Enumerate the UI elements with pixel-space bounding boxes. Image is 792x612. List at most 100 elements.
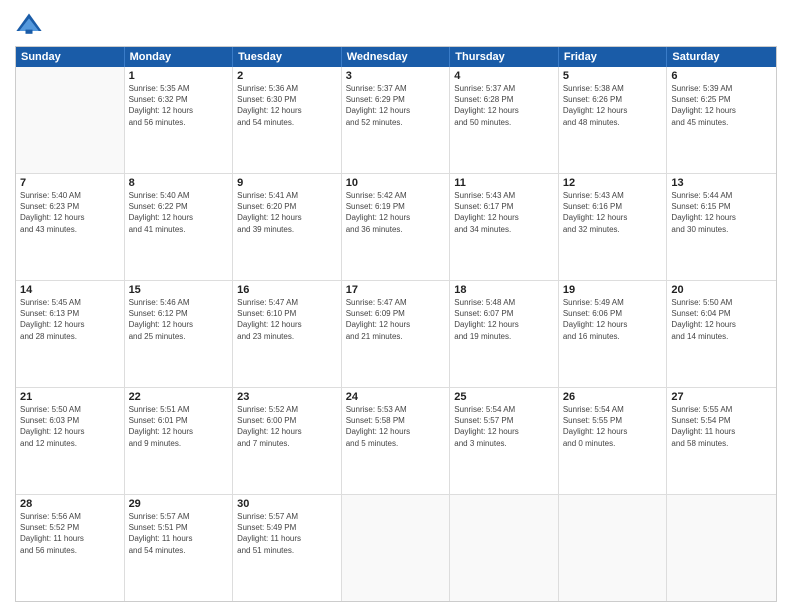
cell-info-line: Sunrise: 5:38 AM <box>563 83 663 94</box>
cell-info-line: and 56 minutes. <box>129 117 229 128</box>
cell-info-line: and 51 minutes. <box>237 545 337 556</box>
day-cell-28: 28Sunrise: 5:56 AMSunset: 5:52 PMDayligh… <box>16 495 125 601</box>
empty-cell <box>667 495 776 601</box>
cell-info-line: Sunrise: 5:55 AM <box>671 404 772 415</box>
cell-info-line: Sunset: 6:13 PM <box>20 308 120 319</box>
cell-info-line: Daylight: 12 hours <box>237 105 337 116</box>
day-number: 2 <box>237 70 337 82</box>
day-number: 17 <box>346 284 446 296</box>
cell-info-line: Sunset: 6:28 PM <box>454 94 554 105</box>
logo-icon <box>15 10 43 38</box>
cell-info-line: Daylight: 12 hours <box>454 319 554 330</box>
cell-info-line: and 50 minutes. <box>454 117 554 128</box>
cell-info-line: Daylight: 12 hours <box>346 212 446 223</box>
day-cell-23: 23Sunrise: 5:52 AMSunset: 6:00 PMDayligh… <box>233 388 342 494</box>
cell-info-line: Sunrise: 5:54 AM <box>563 404 663 415</box>
cell-info-line: and 5 minutes. <box>346 438 446 449</box>
day-number: 18 <box>454 284 554 296</box>
day-cell-13: 13Sunrise: 5:44 AMSunset: 6:15 PMDayligh… <box>667 174 776 280</box>
day-cell-8: 8Sunrise: 5:40 AMSunset: 6:22 PMDaylight… <box>125 174 234 280</box>
day-cell-24: 24Sunrise: 5:53 AMSunset: 5:58 PMDayligh… <box>342 388 451 494</box>
cell-info-line: and 12 minutes. <box>20 438 120 449</box>
cell-info-line: Daylight: 11 hours <box>671 426 772 437</box>
cell-info-line: Sunset: 5:51 PM <box>129 522 229 533</box>
day-number: 29 <box>129 498 229 510</box>
day-number: 15 <box>129 284 229 296</box>
cell-info-line: Daylight: 12 hours <box>454 105 554 116</box>
cell-info-line: and 41 minutes. <box>129 224 229 235</box>
cell-info-line: Sunset: 6:22 PM <box>129 201 229 212</box>
day-number: 16 <box>237 284 337 296</box>
cell-info-line: Daylight: 11 hours <box>20 533 120 544</box>
cell-info-line: and 34 minutes. <box>454 224 554 235</box>
day-cell-9: 9Sunrise: 5:41 AMSunset: 6:20 PMDaylight… <box>233 174 342 280</box>
cell-info-line: Sunrise: 5:36 AM <box>237 83 337 94</box>
cell-info-line: and 3 minutes. <box>454 438 554 449</box>
day-cell-26: 26Sunrise: 5:54 AMSunset: 5:55 PMDayligh… <box>559 388 668 494</box>
cell-info-line: Sunset: 6:15 PM <box>671 201 772 212</box>
day-number: 24 <box>346 391 446 403</box>
cell-info-line: Daylight: 12 hours <box>129 212 229 223</box>
cell-info-line: and 32 minutes. <box>563 224 663 235</box>
day-number: 27 <box>671 391 772 403</box>
cell-info-line: and 9 minutes. <box>129 438 229 449</box>
day-cell-12: 12Sunrise: 5:43 AMSunset: 6:16 PMDayligh… <box>559 174 668 280</box>
cell-info-line: Sunrise: 5:40 AM <box>20 190 120 201</box>
header-day-friday: Friday <box>559 47 668 67</box>
cell-info-line: Sunset: 5:58 PM <box>346 415 446 426</box>
cell-info-line: Daylight: 12 hours <box>454 426 554 437</box>
cell-info-line: Daylight: 12 hours <box>237 426 337 437</box>
day-number: 13 <box>671 177 772 189</box>
cell-info-line: Sunrise: 5:48 AM <box>454 297 554 308</box>
cell-info-line: Daylight: 12 hours <box>346 105 446 116</box>
cell-info-line: Sunrise: 5:43 AM <box>563 190 663 201</box>
cell-info-line: Daylight: 12 hours <box>563 319 663 330</box>
cell-info-line: Sunrise: 5:46 AM <box>129 297 229 308</box>
cell-info-line: Sunset: 6:03 PM <box>20 415 120 426</box>
empty-cell <box>16 67 125 173</box>
cell-info-line: Sunset: 6:32 PM <box>129 94 229 105</box>
day-cell-3: 3Sunrise: 5:37 AMSunset: 6:29 PMDaylight… <box>342 67 451 173</box>
cell-info-line: Daylight: 12 hours <box>563 426 663 437</box>
cell-info-line: and 52 minutes. <box>346 117 446 128</box>
cell-info-line: Sunset: 5:57 PM <box>454 415 554 426</box>
cell-info-line: and 23 minutes. <box>237 331 337 342</box>
day-cell-29: 29Sunrise: 5:57 AMSunset: 5:51 PMDayligh… <box>125 495 234 601</box>
header-day-wednesday: Wednesday <box>342 47 451 67</box>
day-number: 5 <box>563 70 663 82</box>
cell-info-line: Sunrise: 5:45 AM <box>20 297 120 308</box>
day-number: 1 <box>129 70 229 82</box>
cell-info-line: Sunset: 6:25 PM <box>671 94 772 105</box>
empty-cell <box>559 495 668 601</box>
cell-info-line: Sunrise: 5:40 AM <box>129 190 229 201</box>
cell-info-line: Sunset: 6:26 PM <box>563 94 663 105</box>
cell-info-line: Daylight: 12 hours <box>454 212 554 223</box>
cell-info-line: Sunset: 6:01 PM <box>129 415 229 426</box>
cell-info-line: Sunset: 6:17 PM <box>454 201 554 212</box>
cell-info-line: and 54 minutes. <box>237 117 337 128</box>
cell-info-line: Daylight: 12 hours <box>671 212 772 223</box>
calendar-row-5: 28Sunrise: 5:56 AMSunset: 5:52 PMDayligh… <box>16 495 776 601</box>
cell-info-line: Sunset: 6:10 PM <box>237 308 337 319</box>
day-number: 12 <box>563 177 663 189</box>
day-number: 9 <box>237 177 337 189</box>
cell-info-line: Sunrise: 5:41 AM <box>237 190 337 201</box>
cell-info-line: and 0 minutes. <box>563 438 663 449</box>
cell-info-line: Sunrise: 5:37 AM <box>454 83 554 94</box>
calendar-row-3: 14Sunrise: 5:45 AMSunset: 6:13 PM Dayligh… <box>16 281 776 388</box>
cell-info-line: Daylight: 12 hours <box>20 426 120 437</box>
day-number: 14 <box>20 284 120 296</box>
cell-info-line: Sunrise: 5:52 AM <box>237 404 337 415</box>
cell-info-line: and 16 minutes. <box>563 331 663 342</box>
day-cell-19: 19Sunrise: 5:49 AMSunset: 6:06 PMDayligh… <box>559 281 668 387</box>
day-cell-25: 25Sunrise: 5:54 AMSunset: 5:57 PMDayligh… <box>450 388 559 494</box>
header-day-saturday: Saturday <box>667 47 776 67</box>
cell-info-line: and 39 minutes. <box>237 224 337 235</box>
day-cell-6: 6Sunrise: 5:39 AMSunset: 6:25 PMDaylight… <box>667 67 776 173</box>
page: SundayMondayTuesdayWednesdayThursdayFrid… <box>0 0 792 612</box>
cell-info-line: Sunset: 6:23 PM <box>20 201 120 212</box>
day-number: 4 <box>454 70 554 82</box>
day-cell-7: 7Sunrise: 5:40 AMSunset: 6:23 PMDaylight… <box>16 174 125 280</box>
day-cell-2: 2Sunrise: 5:36 AMSunset: 6:30 PMDaylight… <box>233 67 342 173</box>
cell-info-line: Daylight: 12 hours <box>129 319 229 330</box>
